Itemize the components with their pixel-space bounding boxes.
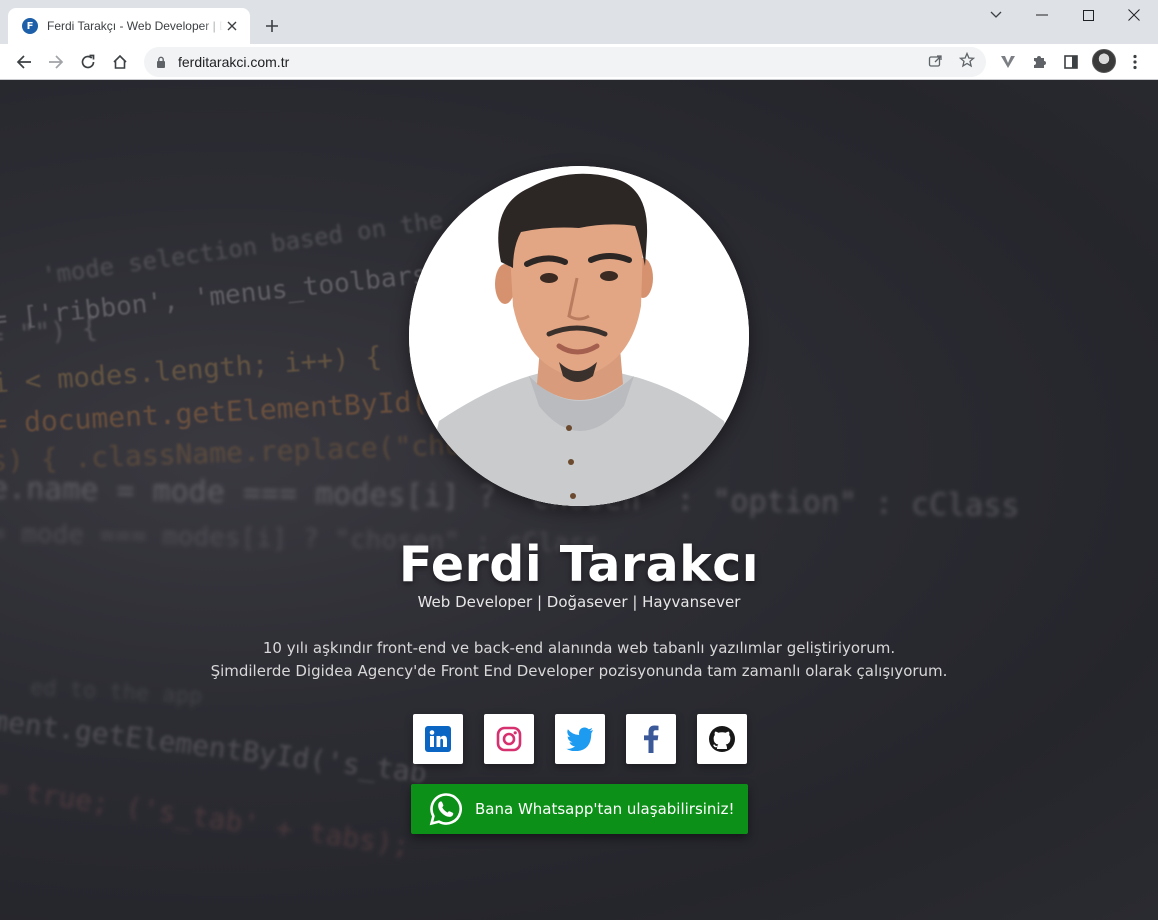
code-line: i < modes.length; i++) {: [0, 341, 383, 400]
reload-icon[interactable]: [76, 50, 100, 74]
instagram-icon: [496, 726, 522, 752]
code-line: = "") {: [0, 313, 99, 353]
bookmark-star-icon[interactable]: [958, 51, 976, 69]
site-favicon: F: [22, 18, 38, 34]
tab-title: Ferdi Tarakçı - Web Developer | Doğaseve…: [47, 19, 223, 33]
new-tab-icon[interactable]: [262, 16, 282, 36]
browser-tab[interactable]: F Ferdi Tarakçı - Web Developer | Doğase…: [8, 8, 250, 44]
linkedin-link[interactable]: [413, 714, 463, 764]
profile-tagline: Web Developer | Doğasever | Hayvansever: [417, 593, 741, 611]
tab-search-icon[interactable]: [973, 4, 1019, 26]
profile-avatar[interactable]: [1092, 49, 1116, 73]
forward-icon[interactable]: [44, 50, 68, 74]
code-line: = true; ('s_tab' + tabs);: [0, 770, 412, 863]
code-line: s) { .className.replace("cho: [0, 427, 463, 478]
side-panel-icon[interactable]: [1059, 50, 1083, 74]
profile-name: Ferdi Tarakcı: [398, 536, 760, 593]
bio-line-1: 10 yılı aşkındır front-end ve back-end a…: [262, 639, 896, 657]
minimize-icon[interactable]: [1019, 4, 1065, 26]
whatsapp-button-label: Bana Whatsapp'tan ulaşabilirsiniz!: [475, 800, 735, 818]
close-window-icon[interactable]: [1111, 4, 1157, 26]
bio-line-2: Şimdilerde Digidea Agency'de Front End D…: [210, 662, 948, 680]
browser-toolbar: ferditarakci.com.tr: [0, 44, 1158, 80]
profile-bio: 10 yılı aşkındır front-end ve back-end a…: [0, 637, 1158, 683]
code-line: ment.getElementById('s_tab: [0, 703, 429, 790]
back-icon[interactable]: [12, 50, 36, 74]
share-icon[interactable]: [926, 51, 944, 69]
twitter-link[interactable]: [555, 714, 605, 764]
close-tab-icon[interactable]: [224, 18, 240, 34]
home-icon[interactable]: [108, 50, 132, 74]
twitter-icon: [566, 727, 593, 751]
maximize-icon[interactable]: [1065, 4, 1111, 26]
menu-kebab-icon[interactable]: [1123, 50, 1147, 74]
github-link[interactable]: [697, 714, 747, 764]
github-icon: [709, 726, 735, 752]
page-viewport: 'mode selection based on the app = ['rib…: [0, 80, 1158, 920]
profile-photo: [409, 166, 749, 506]
linkedin-icon: [425, 726, 451, 752]
facebook-link[interactable]: [626, 714, 676, 764]
facebook-icon: [644, 725, 659, 753]
lock-icon: [157, 56, 165, 68]
tab-strip: F Ferdi Tarakçı - Web Developer | Doğase…: [0, 0, 1158, 44]
whatsapp-button[interactable]: Bana Whatsapp'tan ulaşabilirsiniz!: [411, 784, 748, 834]
url-text: ferditarakci.com.tr: [178, 54, 290, 70]
social-links: [413, 714, 747, 764]
address-bar[interactable]: ferditarakci.com.tr: [144, 47, 986, 77]
instagram-link[interactable]: [484, 714, 534, 764]
whatsapp-icon: [429, 793, 462, 826]
extension-v-icon[interactable]: [996, 50, 1020, 74]
extensions-puzzle-icon[interactable]: [1027, 50, 1051, 74]
